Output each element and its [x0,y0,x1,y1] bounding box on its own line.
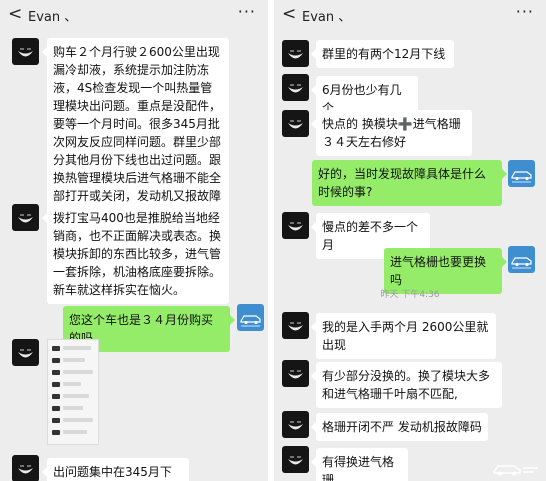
message-bubble[interactable]: 快点的 换模块➕进气格珊３４天左右修好 [311,110,472,156]
my-avatar[interactable] [508,160,535,187]
message-bubble[interactable]: 格珊开闭不严 发动机报故障码 [311,413,488,441]
contact-avatar[interactable] [12,339,39,366]
car-logo-icon [240,315,261,327]
contact-avatar[interactable] [282,212,309,239]
more-options-button[interactable]: ··· [238,2,256,21]
screenshot-image[interactable] [47,339,99,445]
contact-avatar[interactable] [12,204,39,231]
car-logo-icon [511,257,532,269]
message-timestamp: 昨天 下午4:36 [380,290,440,300]
contact-avatar[interactable] [12,38,39,65]
left-chat-panel: < Evan 、 ··· 购车２个月行驶２600公里出现漏冷却液，系统提示加注防… [0,0,268,481]
message-bubble[interactable]: 群里的有两个12月下线 [311,40,454,68]
message-bubble[interactable]: 好的，当时发现故障具体是什么时候的事? [312,160,507,206]
message-bubble[interactable]: 有得换进气格珊 [311,448,408,481]
contact-avatar-icon [18,214,33,223]
message-bubble[interactable]: 出问题集中在345月下线 [42,458,189,481]
contact-avatar-icon [288,120,303,129]
contact-avatar-icon [288,456,303,465]
contact-avatar-icon [288,370,303,379]
contact-avatar[interactable] [282,360,309,387]
site-watermark-icon [493,465,538,476]
chat-header: < Evan 、 ··· [0,0,268,30]
contact-avatar-icon [288,50,303,59]
my-avatar[interactable] [237,304,264,331]
contact-avatar-icon [288,421,303,430]
contact-avatar[interactable] [282,312,309,339]
contact-avatar[interactable] [12,455,39,481]
car-logo-icon [511,171,532,183]
chat-header: < Evan 、 ··· [274,0,546,30]
contact-avatar-icon [288,322,303,331]
my-avatar[interactable] [508,246,535,273]
back-button[interactable]: < [8,4,22,24]
back-button[interactable]: < [282,4,296,24]
contact-avatar-icon [288,222,303,231]
message-bubble[interactable]: 我的是入手两个月 2600公里就出现 [311,313,496,359]
contact-avatar-icon [288,84,303,93]
message-bubble[interactable]: 有少部分没换的。换了模块大多和进气格珊千叶扇不匹配, [311,362,502,408]
message-bubble[interactable]: 购车２个月行驶２600公里出现漏冷却液，系统提示加注防冻液，4S检查发现一个叫热… [42,38,229,228]
contact-avatar[interactable] [282,411,309,438]
contact-avatar[interactable] [282,446,309,473]
message-bubble[interactable]: 拨打宝马400也是推脱给当地经销商，也不正面解决或表态。换模块拆卸的东西比较多，… [42,204,229,304]
chat-title: Evan 、 [28,10,78,25]
contact-avatar-icon [18,48,33,57]
contact-avatar-icon [18,349,33,358]
contact-avatar[interactable] [282,74,309,101]
right-chat-panel: < Evan 、 ··· 群里的有两个12月下线 6月份也少有几个 快点的 换模… [274,0,546,481]
contact-avatar[interactable] [282,110,309,137]
contact-avatar-icon [18,465,33,474]
chat-title: Evan 、 [302,10,352,25]
contact-avatar[interactable] [282,40,309,67]
more-options-button[interactable]: ··· [516,2,534,21]
